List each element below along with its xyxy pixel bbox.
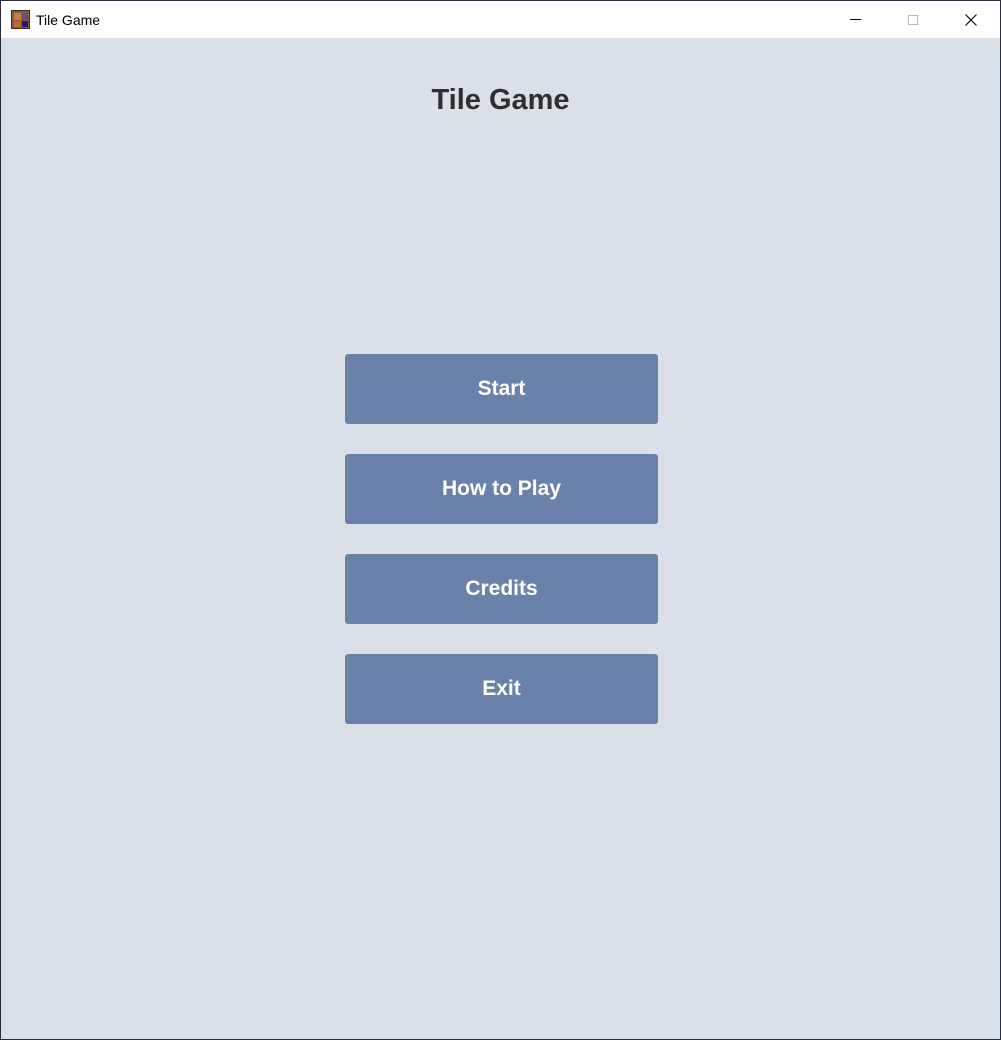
game-title: Tile Game — [431, 84, 570, 116]
minimize-icon — [849, 19, 861, 20]
window-title: Tile Game — [36, 12, 101, 28]
title-bar[interactable]: Tile Game — [1, 1, 1000, 38]
app-window: Tile Game Tile Game Start How to Play Cr… — [0, 0, 1001, 1040]
game-menu-screen: Tile Game Start How to Play Credits Exit — [1, 38, 1000, 1039]
exit-button[interactable]: Exit — [345, 654, 658, 724]
how-to-play-button[interactable]: How to Play — [345, 454, 658, 524]
close-icon — [965, 13, 977, 26]
tile-game-app-icon — [11, 10, 30, 29]
maximize-icon — [908, 14, 918, 25]
maximize-button[interactable] — [884, 1, 942, 38]
minimize-button[interactable] — [826, 1, 884, 38]
credits-button[interactable]: Credits — [345, 554, 658, 624]
close-button[interactable] — [942, 1, 1000, 38]
start-button[interactable]: Start — [345, 354, 658, 424]
